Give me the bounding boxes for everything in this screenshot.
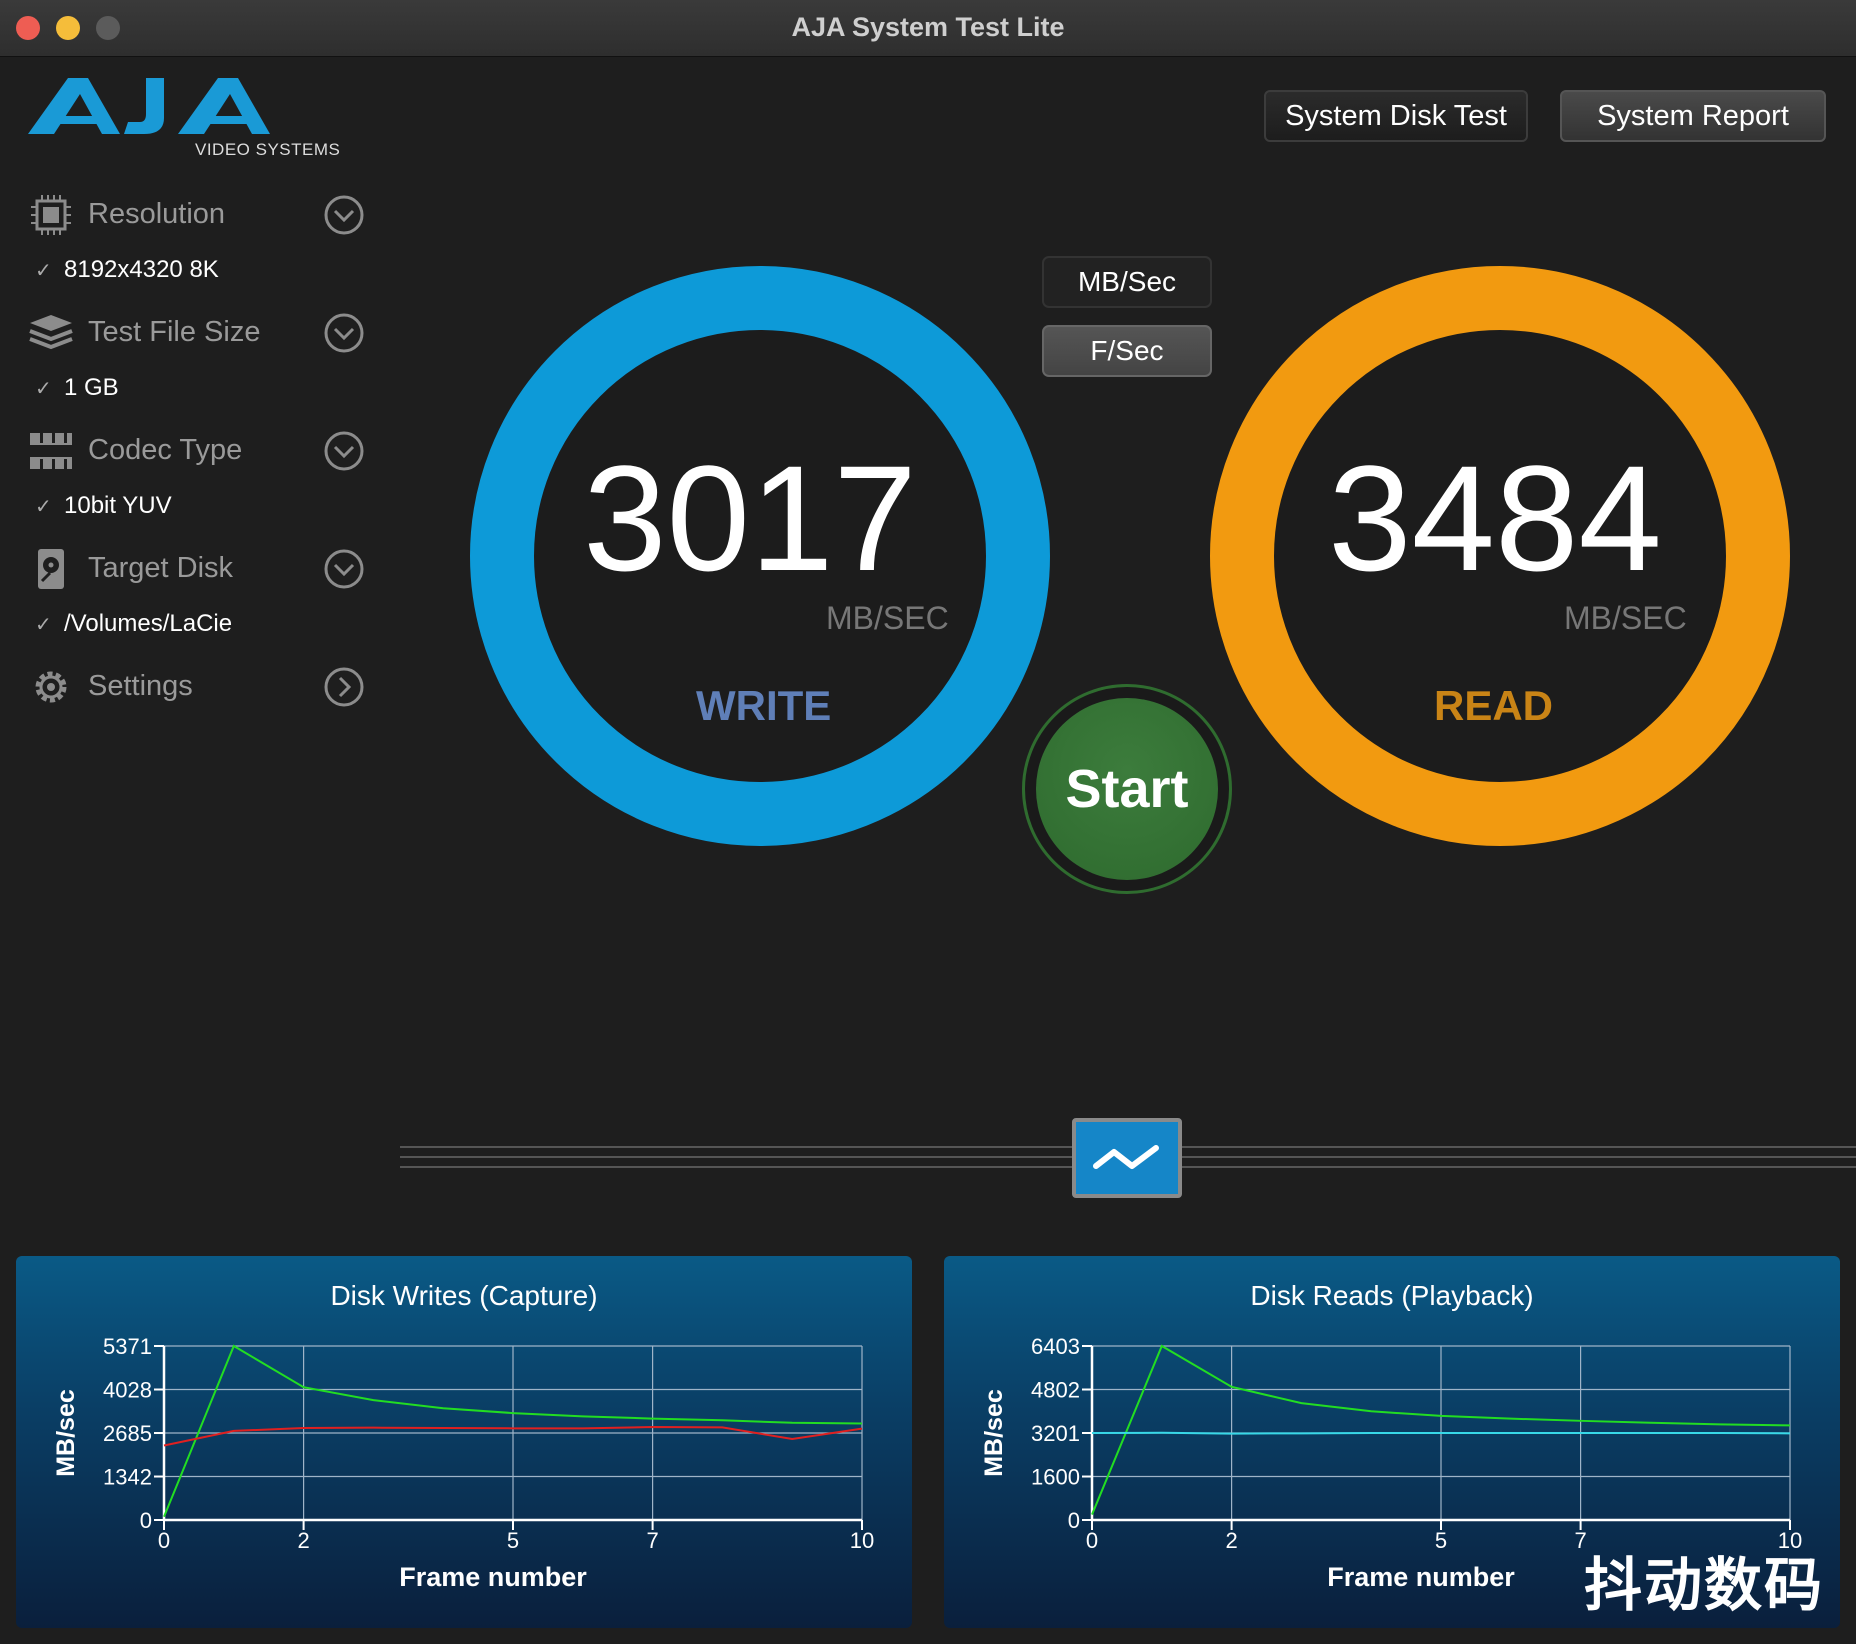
x-axis-label: Frame number bbox=[1327, 1562, 1515, 1592]
sidebar-item-label: Test File Size bbox=[88, 316, 261, 348]
disk-icon bbox=[38, 549, 64, 589]
x-tick-label: 5 bbox=[507, 1528, 519, 1553]
write-speed-value: 3017 bbox=[583, 434, 917, 602]
sidebar-item-label: Codec Type bbox=[88, 434, 243, 466]
sidebar-item-label: Target Disk bbox=[88, 552, 234, 584]
sidebar-item-label: Settings bbox=[88, 670, 193, 702]
watermark-text: 抖动数码 bbox=[1584, 1551, 1825, 1619]
y-tick-label: 2685 bbox=[103, 1421, 152, 1446]
x-tick-label: 0 bbox=[158, 1528, 170, 1553]
disk-writes-plot: 5371 4028 2685 1342 00 2 5 7 10 Frame number MB/se… bbox=[52, 1334, 874, 1592]
check-icon: ✓ bbox=[35, 496, 52, 518]
y-axis-label: MB/sec bbox=[52, 1389, 80, 1477]
start-button[interactable]: Start bbox=[1036, 698, 1218, 880]
aja-logo bbox=[28, 72, 328, 147]
sidebar-item-label: Resolution bbox=[88, 198, 226, 230]
x-tick-label: 2 bbox=[297, 1528, 309, 1553]
resolution-value-text: 8192x4320 8K bbox=[64, 256, 219, 283]
x-tick-label: 7 bbox=[646, 1528, 658, 1553]
system-report-button[interactable]: System Report bbox=[1560, 90, 1826, 142]
window-title: AJA System Test Lite bbox=[791, 12, 1065, 42]
chip-icon bbox=[31, 195, 71, 235]
sidebar-item-target-disk[interactable]: Target Disk bbox=[28, 544, 368, 594]
y-tick-label: 0 bbox=[1068, 1508, 1080, 1533]
y-tick-label: 1600 bbox=[1031, 1465, 1080, 1490]
check-icon: ✓ bbox=[35, 614, 52, 636]
y-tick-label: 4028 bbox=[103, 1378, 152, 1403]
x-tick-label: 0 bbox=[1086, 1528, 1098, 1553]
graph-toggle-button[interactable] bbox=[1072, 1118, 1182, 1198]
write-label: WRITE bbox=[696, 682, 832, 729]
y-tick-label: 6403 bbox=[1031, 1334, 1080, 1359]
y-tick-label: 3201 bbox=[1031, 1421, 1080, 1446]
read-unit-label: MB/SEC bbox=[1564, 600, 1687, 636]
x-tick-label: 10 bbox=[850, 1528, 874, 1553]
f-sec-toggle[interactable]: F/Sec bbox=[1042, 325, 1212, 377]
line-graph-icon bbox=[1093, 1145, 1159, 1169]
logo-subtitle: VIDEO SYSTEMS bbox=[195, 140, 341, 159]
x-tick-label: 2 bbox=[1225, 1528, 1237, 1553]
system-disk-test-button[interactable]: System Disk Test bbox=[1264, 90, 1528, 142]
y-tick-label: 4802 bbox=[1031, 1378, 1080, 1403]
read-label: READ bbox=[1434, 682, 1554, 729]
chevron-down-icon[interactable] bbox=[324, 195, 364, 235]
target-disk-value-text: /Volumes/LaCie bbox=[64, 610, 233, 637]
title-bar: AJA System Test Lite bbox=[0, 0, 1856, 57]
x-axis-label: Frame number bbox=[399, 1562, 587, 1592]
y-tick-label: 0 bbox=[140, 1508, 152, 1533]
gear-icon bbox=[35, 671, 67, 703]
sidebar-item-test-file-size[interactable]: Test File Size bbox=[28, 308, 368, 358]
y-tick-label: 5371 bbox=[103, 1334, 152, 1359]
mb-sec-toggle[interactable]: MB/Sec bbox=[1042, 256, 1212, 308]
x-tick-label: 5 bbox=[1435, 1528, 1447, 1553]
chevron-down-icon[interactable] bbox=[324, 549, 364, 589]
y-tick-label: 1342 bbox=[103, 1465, 152, 1490]
sidebar-item-settings[interactable]: Settings bbox=[28, 662, 368, 712]
chevron-down-icon[interactable] bbox=[324, 431, 364, 471]
sidebar-item-resolution[interactable]: Resolution bbox=[28, 190, 368, 240]
chevron-right-icon[interactable] bbox=[324, 667, 364, 707]
codec-type-value-text: 10bit YUV bbox=[64, 492, 172, 519]
sidebar-item-codec-type[interactable]: Codec Type bbox=[28, 426, 368, 476]
disk-writes-chart: Disk Writes (Capture) 5371 4028 2685 1342 0 0… bbox=[16, 1256, 912, 1628]
chevron-down-icon[interactable] bbox=[324, 313, 364, 353]
read-speed-value: 3484 bbox=[1328, 434, 1662, 602]
layers-icon bbox=[29, 315, 73, 350]
check-icon: ✓ bbox=[35, 378, 52, 400]
series-line-1 bbox=[1091, 1431, 1791, 1435]
check-icon: ✓ bbox=[35, 260, 52, 282]
test-file-size-value-text: 1 GB bbox=[64, 374, 119, 401]
y-axis-label: MB/sec bbox=[980, 1389, 1008, 1477]
film-icon bbox=[30, 433, 72, 469]
write-unit-label: MB/SEC bbox=[826, 600, 949, 636]
